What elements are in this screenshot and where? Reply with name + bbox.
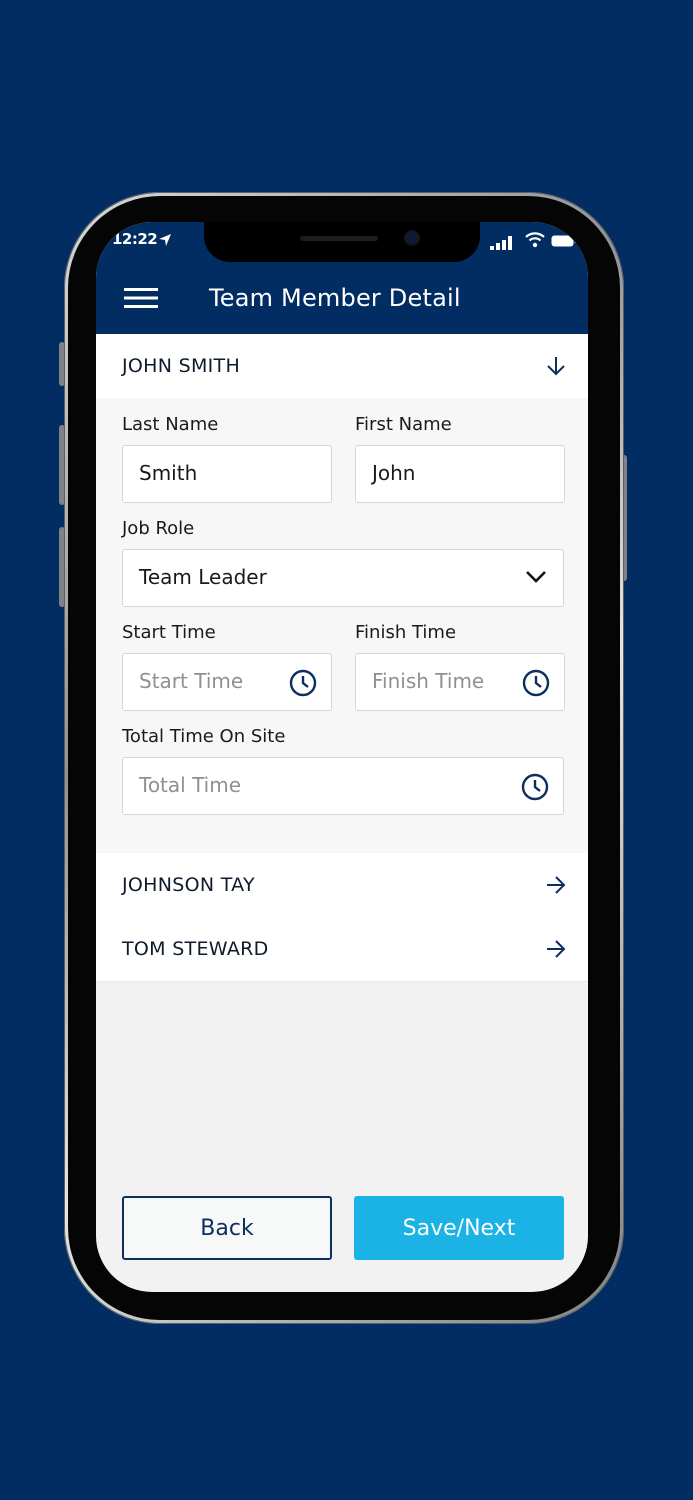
battery-icon bbox=[551, 235, 577, 247]
arrow-down-icon[interactable] bbox=[544, 354, 568, 378]
member-name: TOM STEWARD bbox=[122, 938, 269, 960]
page-title: Team Member Detail bbox=[209, 284, 461, 312]
status-bar: 12:22 bbox=[96, 222, 588, 266]
back-button[interactable]: Back bbox=[122, 1196, 332, 1260]
wifi-icon bbox=[525, 232, 545, 248]
clock-icon[interactable] bbox=[521, 773, 549, 801]
speaker-grille bbox=[300, 236, 378, 241]
phone-screen: 12:22 Team Member Detail JOHN SMITH Last… bbox=[96, 222, 588, 1292]
last-name-label: Last Name bbox=[122, 414, 219, 435]
last-name-field[interactable]: Smith bbox=[122, 445, 332, 503]
location-arrow-icon bbox=[159, 234, 171, 246]
member-detail-form: Last Name First Name Smith John Job Role… bbox=[96, 398, 588, 853]
arrow-right-icon[interactable] bbox=[544, 873, 568, 897]
member-name: JOHN SMITH bbox=[122, 355, 241, 377]
total-time-field[interactable]: Total Time bbox=[122, 757, 564, 815]
chevron-down-icon bbox=[526, 571, 546, 583]
stage: 12:22 Team Member Detail JOHN SMITH Last… bbox=[0, 0, 693, 1500]
finish-time-label: Finish Time bbox=[355, 622, 457, 643]
first-name-label: First Name bbox=[355, 414, 452, 435]
total-time-placeholder: Total Time bbox=[139, 773, 242, 797]
job-role-value: Team Leader bbox=[139, 565, 267, 589]
first-name-field[interactable]: John bbox=[355, 445, 565, 503]
last-name-value: Smith bbox=[139, 461, 198, 485]
start-time-label: Start Time bbox=[122, 622, 216, 643]
total-time-label: Total Time On Site bbox=[122, 726, 286, 747]
save-next-button[interactable]: Save/Next bbox=[354, 1196, 564, 1260]
status-time: 12:22 bbox=[112, 230, 158, 248]
member-row-johnson-tay[interactable]: JOHNSON TAY bbox=[96, 853, 588, 918]
hamburger-menu-icon[interactable] bbox=[124, 286, 158, 310]
job-role-label: Job Role bbox=[122, 518, 195, 539]
start-time-placeholder: Start Time bbox=[139, 669, 244, 693]
notch bbox=[204, 222, 480, 262]
first-name-value: John bbox=[372, 461, 416, 485]
front-camera bbox=[406, 232, 418, 244]
finish-time-field[interactable]: Finish Time bbox=[355, 653, 565, 711]
clock-icon[interactable] bbox=[522, 669, 550, 697]
clock-icon[interactable] bbox=[289, 669, 317, 697]
cellular-signal-icon bbox=[490, 236, 512, 250]
job-role-select[interactable]: Team Leader bbox=[122, 549, 564, 607]
member-row-john-smith[interactable]: JOHN SMITH bbox=[96, 334, 588, 399]
start-time-field[interactable]: Start Time bbox=[122, 653, 332, 711]
finish-time-placeholder: Finish Time bbox=[372, 669, 485, 693]
member-name: JOHNSON TAY bbox=[122, 874, 255, 896]
member-row-tom-steward[interactable]: TOM STEWARD bbox=[96, 917, 588, 982]
arrow-right-icon[interactable] bbox=[544, 937, 568, 961]
app-header: Team Member Detail bbox=[96, 266, 588, 334]
